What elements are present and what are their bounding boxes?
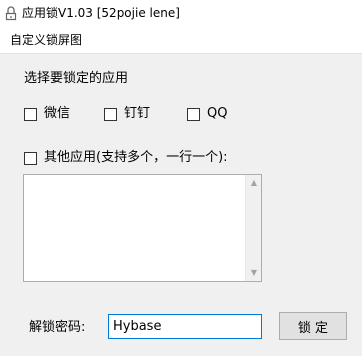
checkbox-label-other-apps: 其他应用(支持多个，一行一个): [44,150,228,165]
checkbox-box[interactable] [24,151,37,165]
unlock-password-input[interactable] [108,314,262,339]
window-title: 应用锁V1.03 [52pojie lene] [22,6,180,20]
scroll-down-arrow-icon[interactable]: ▼ [246,265,262,281]
checkbox-box[interactable] [104,107,117,121]
checkbox-wechat[interactable]: 微信 [24,106,70,122]
scroll-up-arrow-icon[interactable]: ▲ [246,175,262,191]
menu-item-custom-lock-image[interactable]: 自定义锁屏图 [4,30,88,50]
menu-bar: 自定义锁屏图 [0,28,362,52]
checkbox-box[interactable] [24,107,37,121]
checkbox-label-wechat: 微信 [44,106,71,121]
checkbox-dingtalk[interactable]: 钉钉 [104,106,150,122]
unlock-password-label: 解锁密码: [29,320,86,335]
checkbox-qq[interactable]: QQ [187,106,227,122]
checkbox-label-dingtalk: 钉钉 [124,106,151,121]
other-apps-textarea[interactable] [24,175,245,281]
checkbox-other-apps[interactable]: 其他应用(支持多个，一行一个): [24,150,228,166]
lock-app-icon [5,6,17,21]
vertical-scrollbar[interactable]: ▲ ▼ [245,175,261,281]
lock-button[interactable]: 锁 定 [279,312,347,340]
main-panel: 选择要锁定的应用 微信 钉钉 QQ 其他应用(支持多个，一行一个): ▲ ▼ 解… [0,53,362,356]
other-apps-list[interactable]: ▲ ▼ [23,174,262,282]
checkbox-box[interactable] [187,107,200,121]
title-bar[interactable]: 应用锁V1.03 [52pojie lene] [0,0,362,27]
select-apps-label: 选择要锁定的应用 [24,71,129,86]
checkbox-label-qq: QQ [207,106,228,121]
